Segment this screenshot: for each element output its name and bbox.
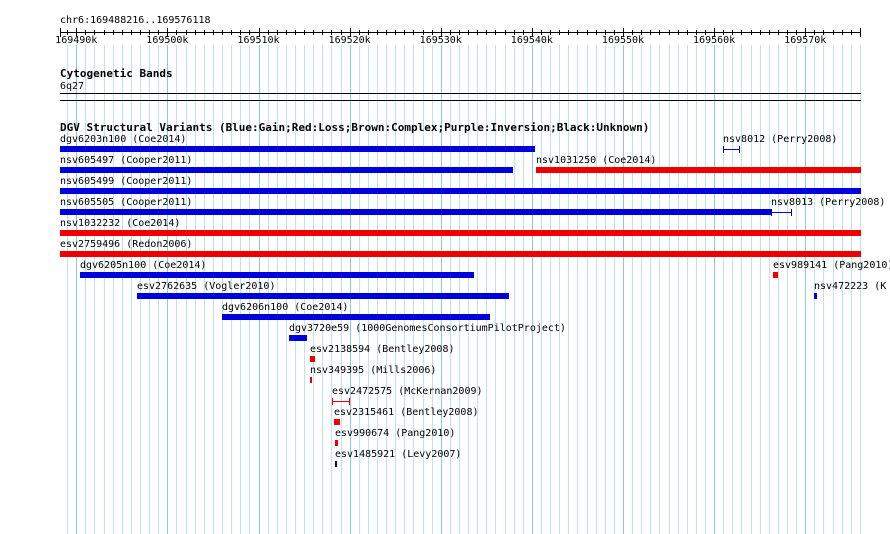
- variant-bar: [536, 167, 861, 173]
- variant-bar: [334, 419, 340, 425]
- cytoband-label: 6q27: [60, 81, 85, 92]
- variant-label[interactable]: esv990674 (Pang2010): [335, 428, 455, 439]
- variant-label[interactable]: esv1485921 (Levy2007): [335, 449, 461, 460]
- variant-label[interactable]: nsv8012 (Perry2008): [723, 134, 837, 145]
- variant-bar: [60, 209, 771, 215]
- variant-bar: [773, 272, 778, 278]
- variant-label[interactable]: nsv605497 (Cooper2011): [60, 155, 192, 166]
- dgv-track-title: DGV Structural Variants (Blue:Gain;Red:L…: [60, 121, 650, 134]
- ruler-tick-label: 169550k: [601, 35, 645, 46]
- variant-bar: [137, 293, 509, 299]
- variant-bar: [80, 272, 474, 278]
- ruler-tick-label: 169570k: [784, 35, 827, 46]
- variant-label[interactable]: nsv605499 (Cooper2011): [60, 176, 192, 187]
- variant-label[interactable]: nsv472223 (K: [814, 281, 886, 292]
- variant-label[interactable]: nsv1032232 (Coe2014): [60, 218, 180, 229]
- variant-bar: [60, 167, 513, 173]
- variant-bar: [60, 251, 861, 257]
- ruler-tick-label: 169510k: [237, 35, 280, 46]
- variant-bar: [310, 377, 312, 383]
- ruler-tick-label: 169490k: [55, 35, 98, 46]
- variant-label[interactable]: nsv349395 (Mills2006): [310, 365, 436, 376]
- variant-label[interactable]: nsv605505 (Cooper2011): [60, 197, 192, 208]
- variant-label[interactable]: esv2315461 (Bentley2008): [334, 407, 479, 418]
- variant-bar: [310, 356, 315, 362]
- variant-bar: [60, 188, 861, 194]
- region-label: chr6:169488216..169576118: [60, 15, 211, 26]
- variant-label[interactable]: nsv1031250 (Coe2014): [536, 155, 656, 166]
- variant-label[interactable]: esv2759496 (Redon2006): [60, 239, 192, 250]
- ruler-tick-label: 169530k: [419, 35, 462, 46]
- ruler-tick-label: 169560k: [693, 35, 736, 46]
- variant-label[interactable]: dgv6206n100 (Coe2014): [222, 302, 348, 313]
- ruler-tick-label: 169520k: [328, 35, 371, 46]
- ruler-tick-label: 169540k: [510, 35, 553, 46]
- variant-bar: [814, 293, 817, 299]
- variant-label[interactable]: esv989141 (Pang2010): [773, 260, 890, 271]
- variant-label[interactable]: esv2138594 (Bentley2008): [310, 344, 455, 355]
- variant-label[interactable]: esv2472575 (McKernan2009): [332, 386, 483, 397]
- variant-bar: [222, 314, 490, 320]
- variant-bar: [289, 335, 307, 341]
- variant-label[interactable]: dgv3720e59 (1000GenomesConsortiumPilotPr…: [289, 323, 566, 334]
- variant-bar: [335, 461, 337, 467]
- variant-bar: [335, 440, 338, 446]
- variant-bar: [60, 230, 861, 236]
- variant-label[interactable]: dgv6203n100 (Coe2014): [60, 134, 186, 145]
- variant-label[interactable]: esv2762635 (Vogler2010): [137, 281, 275, 292]
- variant-bar: [60, 146, 535, 152]
- dgv-features[interactable]: [60, 146, 861, 467]
- cytoband-track-title: Cytogenetic Bands: [60, 67, 173, 80]
- variant-label[interactable]: nsv8013 (Perry2008): [771, 197, 885, 208]
- variant-label[interactable]: dgv6205n100 (Coe2014): [80, 260, 206, 271]
- ruler-tick-label: 169500k: [146, 35, 189, 46]
